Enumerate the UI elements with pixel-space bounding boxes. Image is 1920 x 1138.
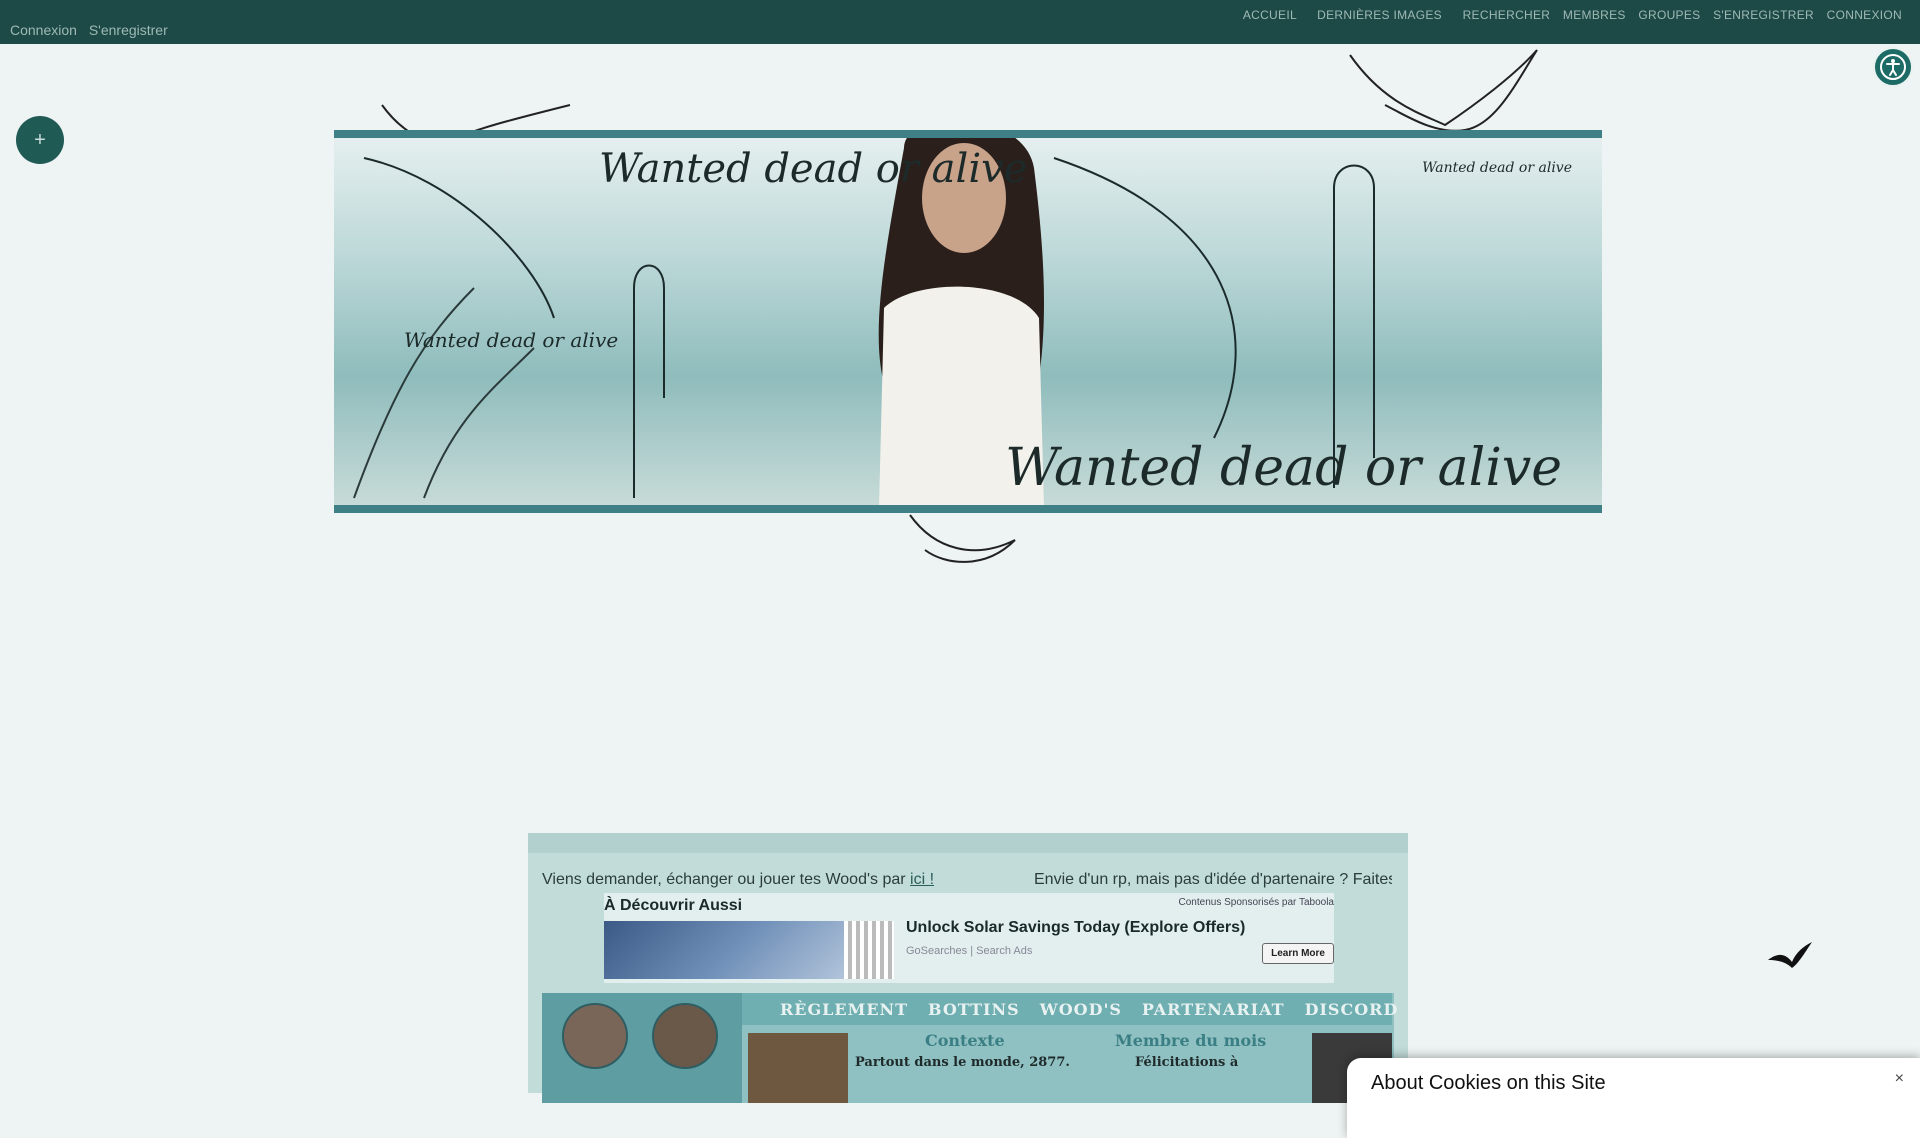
avatar[interactable] (562, 1003, 628, 1069)
ad-headline[interactable]: Unlock Solar Savings Today (Explore Offe… (906, 919, 1245, 937)
tab-reglement[interactable]: RÈGLEMENT (780, 1000, 908, 1019)
contexte-text: Partout dans le monde, 2877. (855, 1055, 1070, 1070)
marquee-left-text: Viens demander, échanger ou jouer tes Wo… (542, 871, 911, 888)
leaf-lineart-icon (909, 514, 1016, 563)
marquee-ici-link[interactable]: ici ! (910, 871, 934, 888)
avatar[interactable] (652, 1003, 718, 1069)
forum-tabs: RÈGLEMENT BOTTINS WOOD'S PARTENARIAT DIS… (742, 993, 1397, 1025)
plus-icon: + (34, 128, 46, 151)
nav-connexion[interactable]: CONNEXION (1827, 8, 1902, 22)
tab-partenariat[interactable]: PARTENARIAT (1142, 1000, 1285, 1019)
main-nav: ACCUEIL DERNIÈRES IMAGES RECHERCHER MEMB… (1234, 8, 1902, 22)
close-icon[interactable]: × (1895, 1070, 1904, 1088)
banner-caption-small-left: Wanted dead or alive (404, 328, 619, 352)
contexte-image (748, 1033, 848, 1103)
learn-more-button[interactable]: Learn More (1262, 943, 1334, 964)
sponsored-ad[interactable]: À Découvrir Aussi Contenus Sponsorisés p… (604, 893, 1334, 983)
contexte-title: Contexte (925, 1031, 1005, 1050)
nav-accueil[interactable]: ACCUEIL (1243, 8, 1297, 22)
ad-source: GoSearches | Search Ads (906, 945, 1033, 957)
marquee-right-text: Envie d'un rp, mais pas d'idée d'partena… (1034, 871, 1392, 888)
main-content-panel: Viens demander, échanger ou jouer tes Wo… (528, 833, 1408, 1103)
nav-dernieres-images[interactable]: DERNIÈRES IMAGES (1317, 8, 1442, 22)
accessibility-icon (1880, 54, 1906, 80)
cookie-banner: About Cookies on this Site × (1347, 1058, 1920, 1138)
membre-du-mois-text: Félicitations à (1135, 1055, 1239, 1070)
tab-woods[interactable]: WOOD'S (1040, 1000, 1122, 1019)
cookie-title: About Cookies on this Site (1371, 1072, 1606, 1094)
nav-groupes[interactable]: GROUPES (1638, 8, 1700, 22)
content-top-strip (528, 833, 1408, 853)
top-navigation-bar: Connexion S'enregistrer ACCUEIL DERNIÈRE… (0, 0, 1920, 44)
top-left-links: Connexion S'enregistrer (10, 22, 176, 38)
banner-caption-bottom: Wanted dead or alive (1005, 438, 1562, 498)
nav-senregistrer[interactable]: S'ENREGISTRER (1713, 8, 1814, 22)
forum-avatars-panel (542, 993, 742, 1103)
nav-rechercher[interactable]: RECHERCHER (1463, 8, 1551, 22)
forum-navigation: RÈGLEMENT BOTTINS WOOD'S PARTENARIAT DIS… (542, 993, 1397, 1103)
banner-caption-main: Wanted dead or alive (599, 146, 1028, 192)
register-link[interactable]: S'enregistrer (89, 22, 168, 38)
flying-bird-icon (1768, 942, 1812, 968)
ad-section-title: À Découvrir Aussi (604, 897, 743, 914)
ad-sponsor-label[interactable]: Contenus Sponsorisés par Taboola (1179, 897, 1334, 908)
expand-button[interactable]: + (16, 116, 64, 164)
banner-caption-small-right: Wanted dead or alive (1422, 160, 1572, 176)
tab-discord[interactable]: DISCORD (1305, 1000, 1399, 1019)
accessibility-button[interactable] (1873, 47, 1913, 87)
tab-bottins[interactable]: BOTTINS (928, 1000, 1020, 1019)
login-link[interactable]: Connexion (10, 22, 77, 38)
banner-image: Wanted dead or alive Wanted dead or aliv… (334, 138, 1602, 505)
announcement-marquee: Viens demander, échanger ou jouer tes Wo… (542, 871, 1392, 889)
nav-membres[interactable]: MEMBRES (1563, 8, 1626, 22)
membre-du-mois-title: Membre du mois (1115, 1031, 1267, 1050)
ad-image[interactable] (604, 921, 894, 979)
header-banner: Wanted dead or alive Wanted dead or aliv… (334, 130, 1602, 513)
